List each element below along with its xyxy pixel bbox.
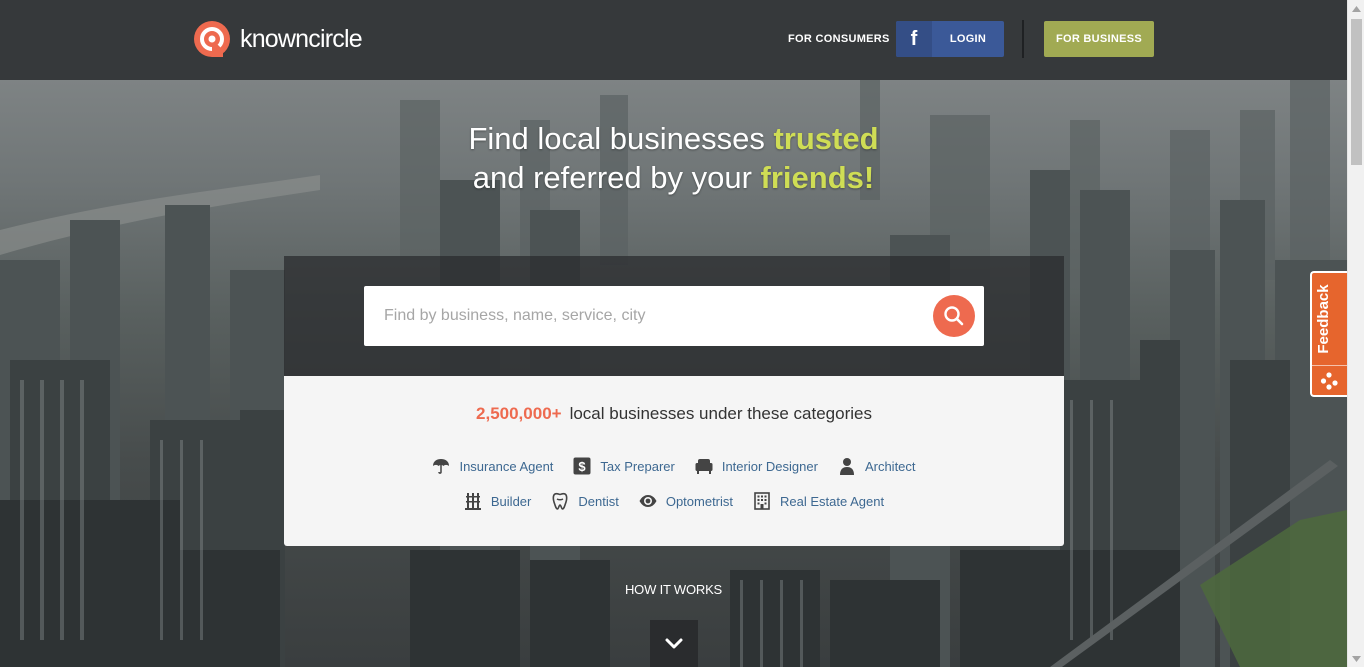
scroll-up-arrow[interactable] bbox=[1348, 0, 1364, 17]
business-count-line: 2,500,000+ local businesses under these c… bbox=[284, 404, 1064, 424]
header-divider bbox=[1022, 20, 1024, 58]
facebook-login-button[interactable]: f LOGIN bbox=[896, 21, 1004, 57]
category-label: Tax Preparer bbox=[600, 458, 675, 474]
knowncircle-logo-icon bbox=[194, 21, 230, 57]
category-real-estate-agent[interactable]: Real Estate Agent bbox=[753, 492, 884, 510]
logo[interactable]: knowncircle bbox=[194, 21, 363, 57]
svg-text:$: $ bbox=[579, 459, 587, 474]
category-label: Architect bbox=[864, 458, 916, 474]
person-icon bbox=[839, 458, 854, 475]
for-consumers-link[interactable]: FOR CONSUMERS bbox=[788, 33, 890, 45]
business-count: 2,500,000+ bbox=[476, 404, 562, 423]
headline-line-1: Find local businesses trusted bbox=[0, 119, 1347, 158]
category-label: Optometrist bbox=[665, 493, 734, 509]
feedback-label: Feedback bbox=[1315, 284, 1332, 354]
headline-line-1-text: Find local businesses bbox=[468, 121, 774, 156]
category-row-1: Insurance Agent $ Tax Preparer Interior … bbox=[284, 457, 1064, 475]
category-label: Dentist bbox=[578, 493, 619, 509]
facebook-icon: f bbox=[896, 21, 932, 57]
headline-line-2-text: and referred by your bbox=[472, 160, 761, 195]
umbrella-icon bbox=[433, 459, 450, 474]
chevron-down-icon bbox=[665, 638, 683, 648]
category-architect[interactable]: Architect bbox=[838, 457, 916, 475]
category-interior-designer[interactable]: Interior Designer bbox=[695, 457, 818, 475]
headline-line-2: and referred by your friends! bbox=[0, 158, 1347, 197]
category-label: Builder bbox=[490, 493, 532, 509]
category-builder[interactable]: Builder bbox=[464, 492, 531, 510]
crane-icon bbox=[464, 493, 481, 510]
business-count-suffix: local businesses under these categories bbox=[569, 404, 872, 423]
how-it-works-label: HOW IT WORKS bbox=[624, 582, 723, 597]
for-business-button[interactable]: FOR BUSINESS bbox=[1044, 21, 1154, 57]
armchair-icon bbox=[695, 459, 713, 474]
search-button[interactable] bbox=[933, 295, 975, 337]
triangle-down-icon bbox=[1352, 655, 1361, 662]
tooth-icon bbox=[552, 492, 568, 510]
categories-panel: 2,500,000+ local businesses under these c… bbox=[284, 376, 1064, 546]
headline-highlight-trusted: trusted bbox=[773, 121, 879, 156]
category-tax-preparer[interactable]: $ Tax Preparer bbox=[573, 457, 675, 475]
page-scrollbar[interactable] bbox=[1347, 0, 1364, 667]
category-label: Interior Designer bbox=[721, 458, 818, 474]
search-input[interactable] bbox=[384, 286, 924, 346]
search-box bbox=[364, 286, 984, 346]
scrollbar-thumb[interactable] bbox=[1351, 19, 1362, 165]
category-label: Real Estate Agent bbox=[780, 493, 885, 509]
dollar-icon: $ bbox=[573, 457, 591, 475]
scroll-down-arrow[interactable] bbox=[1348, 650, 1364, 667]
category-row-2: Builder Dentist Optometrist Real Estate … bbox=[284, 492, 1064, 510]
headline-highlight-friends: friends! bbox=[760, 160, 875, 195]
top-header: knowncircle FOR CONSUMERS f LOGIN FOR BU… bbox=[0, 0, 1347, 80]
category-label: Insurance Agent bbox=[459, 458, 554, 474]
scroll-down-button[interactable] bbox=[650, 620, 698, 667]
login-label: LOGIN bbox=[949, 33, 987, 45]
category-dentist[interactable]: Dentist bbox=[551, 492, 619, 510]
dots-icon bbox=[1320, 372, 1338, 390]
search-icon bbox=[944, 306, 964, 326]
eye-icon bbox=[639, 495, 657, 507]
feedback-separator bbox=[1312, 365, 1347, 366]
feedback-tab[interactable]: Feedback bbox=[1310, 271, 1347, 397]
category-insurance-agent[interactable]: Insurance Agent bbox=[432, 457, 553, 475]
category-optometrist[interactable]: Optometrist bbox=[639, 492, 733, 510]
triangle-up-icon bbox=[1352, 5, 1361, 12]
building-icon bbox=[754, 492, 770, 510]
logo-text: knowncircle bbox=[240, 24, 363, 53]
